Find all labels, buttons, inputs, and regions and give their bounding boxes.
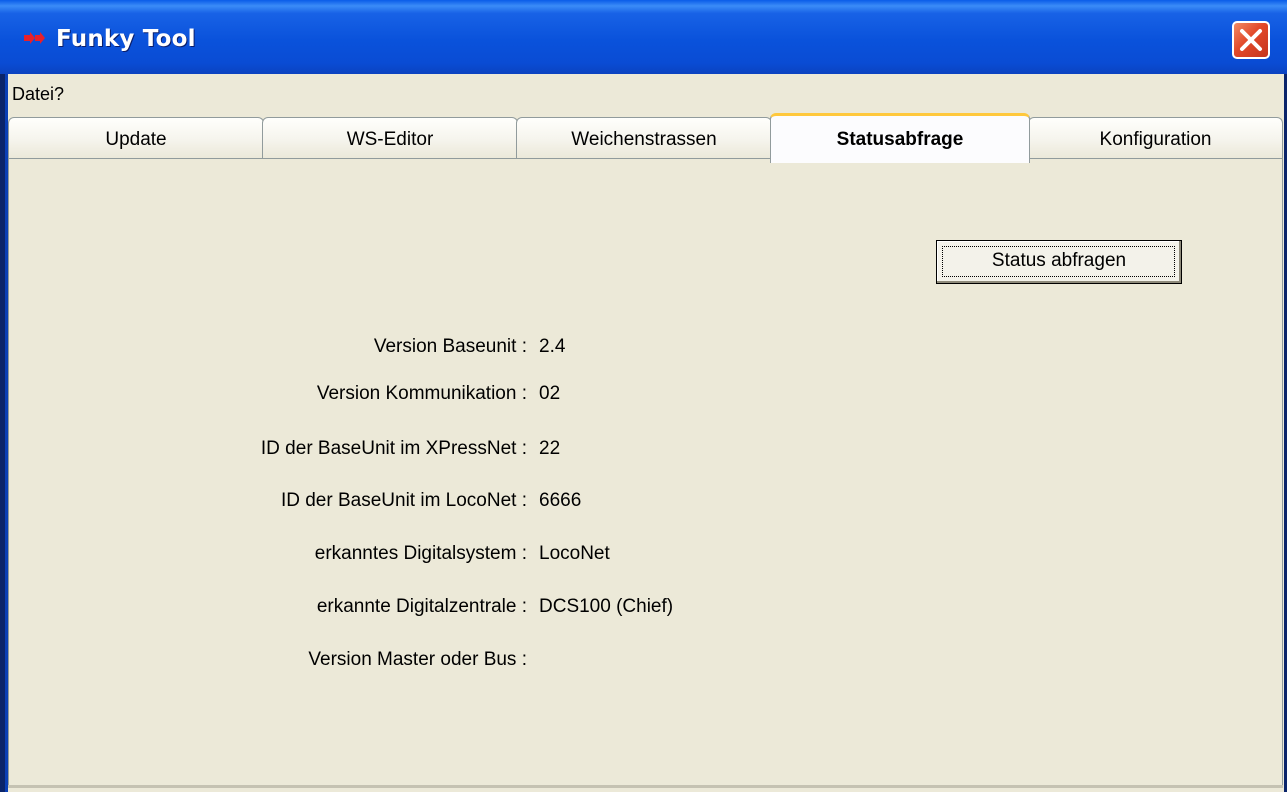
status-abfragen-button[interactable]: Status abfragen bbox=[936, 240, 1182, 284]
info-value: 6666 bbox=[539, 490, 582, 511]
info-value: DCS100 (Chief) bbox=[539, 596, 674, 617]
info-label: ID der BaseUnit im LocoNet : bbox=[280, 490, 527, 511]
menu-datei[interactable]: Datei bbox=[12, 84, 54, 105]
info-value: 2.4 bbox=[539, 336, 566, 357]
panel-shadow bbox=[8, 785, 1283, 788]
info-label: Version Master oder Bus : bbox=[308, 649, 527, 670]
info-label: erkanntes Digitalsystem : bbox=[314, 543, 527, 564]
tab-update[interactable]: Update bbox=[8, 117, 264, 159]
tab-ws-editor[interactable]: WS-Editor bbox=[262, 117, 518, 159]
focus-rect bbox=[942, 246, 1175, 277]
info-value: LocoNet bbox=[539, 543, 610, 564]
info-label: erkannte Digitalzentrale : bbox=[316, 596, 527, 617]
tab-statusabfrage[interactable]: Statusabfrage bbox=[770, 113, 1030, 163]
menu-bar: Datei ? bbox=[8, 74, 1284, 112]
info-label: ID der BaseUnit im XPressNet : bbox=[260, 438, 527, 459]
info-label: Version Baseunit : bbox=[373, 336, 527, 357]
info-label: Version Kommunikation : bbox=[316, 383, 527, 404]
info-value: 02 bbox=[539, 383, 561, 404]
app-window: Funky Tool Datei ? Update WS-Editor Weic… bbox=[0, 0, 1287, 792]
info-value: 22 bbox=[539, 438, 561, 459]
title-bar[interactable]: Funky Tool bbox=[0, 0, 1287, 74]
menu-help[interactable]: ? bbox=[54, 84, 64, 105]
close-icon bbox=[1240, 29, 1262, 51]
app-icon bbox=[24, 32, 45, 44]
tab-weichenstrassen[interactable]: Weichenstrassen bbox=[516, 117, 772, 159]
tab-konfiguration[interactable]: Konfiguration bbox=[1028, 117, 1283, 159]
close-button[interactable] bbox=[1232, 21, 1270, 59]
window-title: Funky Tool bbox=[56, 26, 196, 52]
